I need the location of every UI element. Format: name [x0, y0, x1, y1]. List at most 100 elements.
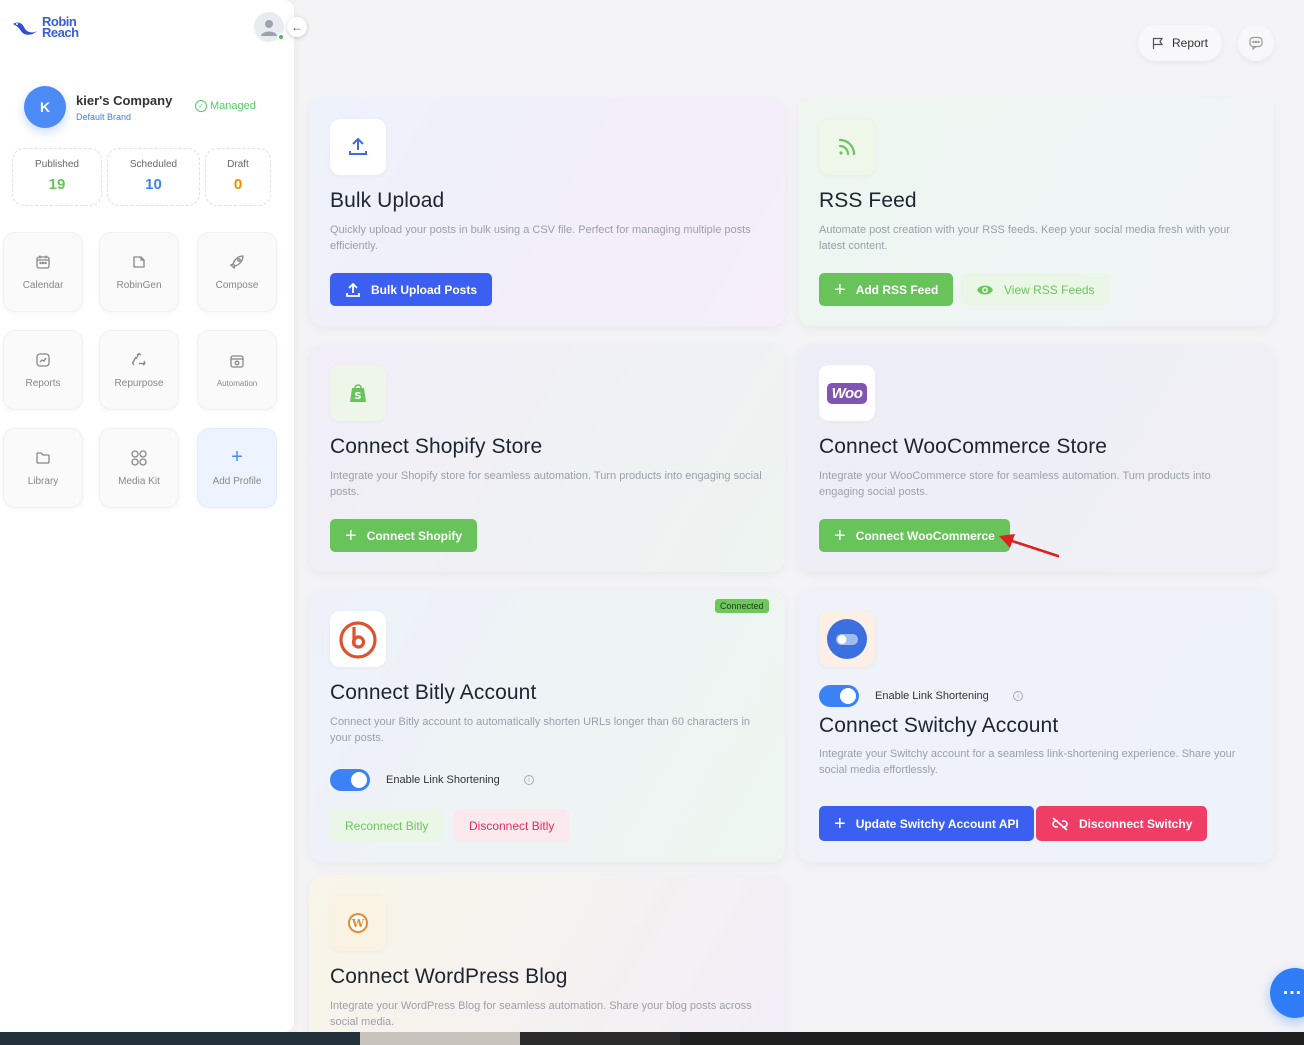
rocket-icon: [229, 255, 244, 270]
card-icon-container: [330, 611, 386, 667]
disconnect-bitly-button[interactable]: Disconnect Bitly: [454, 809, 570, 842]
bulk-upload-posts-button[interactable]: Bulk Upload Posts: [330, 273, 493, 306]
stat-value: 19: [48, 176, 66, 193]
unlink-icon: [1052, 816, 1068, 831]
tile-calendar[interactable]: Calendar: [3, 232, 83, 312]
card-description: Quickly upload your posts in bulk using …: [330, 224, 751, 252]
connect-woocommerce-button[interactable]: + Connect WooCommerce: [819, 519, 1010, 552]
button-label: Connect WooCommerce: [855, 528, 995, 543]
switchy-link-shortening-toggle[interactable]: [819, 685, 859, 707]
annotation-arrow: [999, 534, 1060, 558]
stat-published[interactable]: Published 19: [12, 148, 102, 206]
plus-icon: +: [834, 278, 846, 301]
feedback-button[interactable]: [1238, 25, 1274, 61]
connect-shopify-button[interactable]: + Connect Shopify: [330, 519, 478, 552]
os-taskbar: [0, 1032, 1304, 1045]
svg-text:S: S: [354, 391, 361, 402]
bird-logo-icon: [13, 22, 37, 35]
update-switchy-api-button[interactable]: + Update Switchy Account API: [819, 806, 1034, 841]
flag-icon: [1152, 37, 1164, 49]
stat-label: Published: [35, 159, 79, 170]
card-description: Integrate your Shopify store for seamles…: [330, 470, 762, 498]
button-label: Disconnect Switchy: [1079, 816, 1193, 831]
folder-icon: [36, 452, 50, 464]
tile-media-kit[interactable]: Media Kit: [99, 428, 179, 508]
bitly-link-shortening-toggle[interactable]: [330, 769, 370, 791]
calendar-icon: [36, 255, 50, 269]
card-icon-container: [819, 611, 875, 667]
robin-reach-logo[interactable]: Robin Reach: [12, 15, 79, 40]
support-chat-button[interactable]: [1270, 968, 1304, 1018]
connected-badge: Connected: [715, 599, 769, 613]
stat-value: 10: [145, 176, 162, 193]
card-rss-feed: RSS Feed Automate post creation with you…: [798, 98, 1274, 326]
info-icon[interactable]: i: [1013, 691, 1023, 701]
company-switcher[interactable]: K kier's Company Default Brand: [24, 86, 172, 128]
upload-icon: [346, 282, 360, 297]
report-label: Report: [1171, 36, 1209, 50]
card-title: Connect WordPress Blog: [330, 965, 568, 988]
tile-label: Automation: [216, 379, 258, 388]
card-icon-container: [330, 119, 386, 175]
arrow-left-icon: ←: [291, 20, 303, 34]
tile-label: Media Kit: [118, 476, 160, 487]
tile-add-profile[interactable]: + Add Profile: [197, 428, 277, 508]
online-status-dot: [277, 33, 285, 41]
svg-text:W: W: [351, 917, 365, 930]
card-description: Integrate your WooCommerce store for sea…: [819, 470, 1211, 498]
card-description: Integrate your WordPress Blog for seamle…: [330, 1000, 752, 1028]
disconnect-switchy-button[interactable]: Disconnect Switchy: [1036, 806, 1208, 841]
tile-repurpose[interactable]: Repurpose: [99, 330, 179, 410]
rss-icon: [838, 138, 856, 156]
plus-icon: +: [834, 524, 846, 547]
stat-label: Draft: [227, 159, 249, 170]
button-label: Bulk Upload Posts: [371, 282, 478, 297]
logo-text-line2: Reach: [42, 25, 79, 40]
button-label: Disconnect Bitly: [469, 818, 555, 833]
brand-name: Default Brand: [76, 111, 132, 122]
tile-automation[interactable]: Automation: [197, 330, 277, 410]
wordpress-icon: W: [348, 913, 368, 933]
shopify-icon: S: [350, 384, 366, 402]
reconnect-bitly-button[interactable]: Reconnect Bitly: [330, 809, 444, 842]
tile-label: Calendar: [22, 280, 64, 291]
switchy-icon: [827, 619, 867, 659]
card-title: Connect Shopify Store: [330, 435, 543, 458]
report-button[interactable]: Report: [1138, 25, 1222, 61]
stat-label: Scheduled: [129, 159, 178, 170]
card-description: Automate post creation with your RSS fee…: [819, 224, 1230, 252]
tile-library[interactable]: Library: [3, 428, 83, 508]
tile-robingen[interactable]: RobinGen: [99, 232, 179, 312]
info-icon[interactable]: i: [524, 775, 534, 785]
card-icon-container: W: [330, 895, 386, 951]
stat-draft[interactable]: Draft 0: [205, 148, 271, 206]
add-rss-feed-button[interactable]: + Add RSS Feed: [819, 273, 954, 306]
tile-reports[interactable]: Reports: [3, 330, 83, 410]
button-label: Connect Shopify: [366, 528, 463, 543]
chart-icon: [36, 353, 50, 367]
plus-icon: +: [231, 446, 243, 468]
view-rss-feeds-button[interactable]: View RSS Feeds: [961, 273, 1110, 306]
company-avatar: K: [24, 86, 66, 128]
card-title: Connect Switchy Account: [819, 714, 1059, 737]
tile-label: Repurpose: [114, 378, 164, 389]
card-wordpress: W Connect WordPress Blog Integrate your …: [309, 875, 785, 1045]
woocommerce-icon: Woo: [826, 382, 868, 404]
bitly-icon: [339, 621, 377, 659]
tile-label: Compose: [215, 280, 259, 291]
button-label: View RSS Feeds: [1004, 282, 1095, 297]
collapse-sidebar-button[interactable]: ←: [287, 17, 307, 37]
toggle-label: Enable Link Shortening: [386, 774, 500, 786]
recycle-icon: [131, 352, 146, 366]
user-avatar[interactable]: [254, 12, 285, 42]
plus-icon: +: [345, 524, 357, 547]
card-description: Integrate your Switchy account for a sea…: [819, 748, 1236, 776]
card-title: Connect WooCommerce Store: [819, 435, 1108, 458]
check-circle-icon: ✓: [195, 100, 207, 112]
user-icon: [261, 20, 277, 36]
card-icon-container: [819, 119, 875, 175]
stat-scheduled[interactable]: Scheduled 10: [107, 148, 200, 206]
card-icon-container: Woo: [819, 365, 875, 421]
tile-compose[interactable]: Compose: [197, 232, 277, 312]
card-icon-container: S: [330, 365, 386, 421]
